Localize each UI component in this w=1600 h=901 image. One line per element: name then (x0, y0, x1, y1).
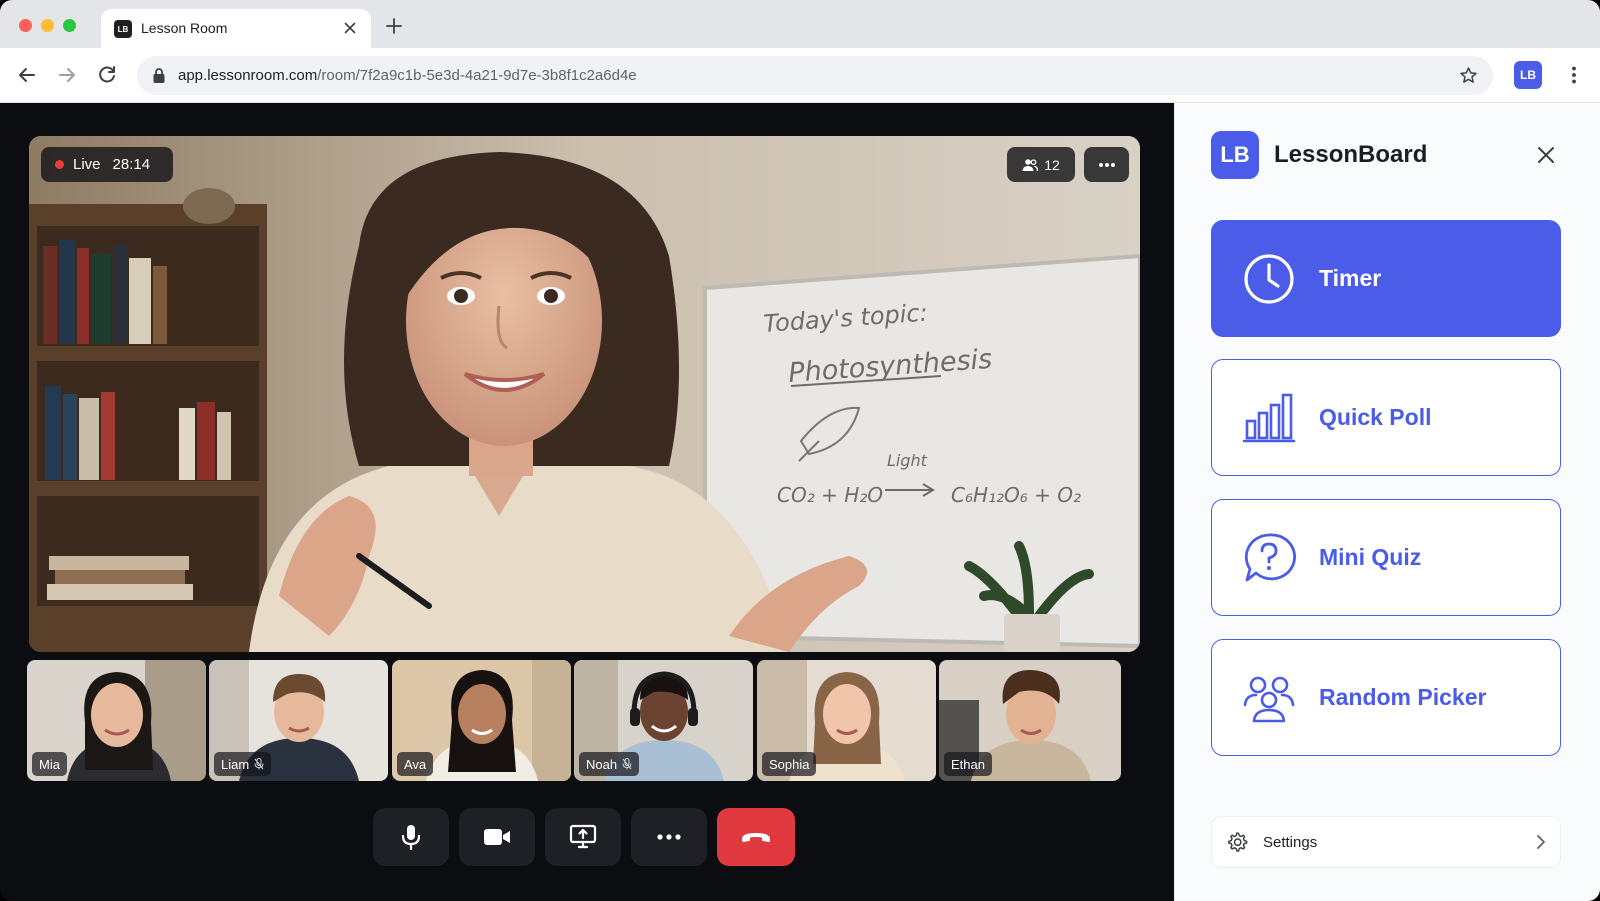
tool-label: Random Picker (1319, 684, 1487, 710)
url-path: /room/7f2a9c1b-5e3d-4a21-9d7e-3b8f1c2a6d… (317, 67, 637, 84)
live-indicator: Live 28:14 (41, 147, 173, 182)
microphone-button[interactable] (373, 808, 449, 866)
reload-icon[interactable] (95, 63, 119, 87)
tab-strip: LB Lesson Room (0, 0, 1600, 48)
back-icon[interactable] (15, 63, 39, 87)
participant-name-tag: Ethan (944, 752, 992, 776)
whiteboard-light-label: Light (887, 451, 928, 470)
tab-title: Lesson Room (141, 20, 228, 36)
tool-random-picker-button[interactable]: Random Picker (1211, 639, 1561, 756)
close-window-button[interactable] (19, 19, 32, 32)
participants-button[interactable]: 12 (1007, 147, 1075, 182)
panel-title: LessonBoard (1274, 141, 1428, 168)
url-text: app.lessonroom.com/room/7f2a9c1b-5e3d-4a… (178, 67, 637, 84)
lessonboard-panel: LB LessonBoard Timer Quick Poll Mini Qui… (1174, 103, 1600, 901)
more-options-button[interactable] (631, 808, 707, 866)
minimize-window-button[interactable] (41, 19, 54, 32)
participant-name: Noah (586, 756, 618, 772)
star-icon[interactable] (1458, 65, 1479, 86)
participant-name-tag: Ava (397, 752, 434, 776)
participant-tile-liam[interactable]: Liam (209, 660, 388, 781)
people-icon (1243, 676, 1295, 722)
participant-tile-noah[interactable]: Noah (574, 660, 753, 781)
participant-name-tag: Liam (214, 752, 272, 776)
chevron-right-icon (1537, 835, 1545, 849)
participant-name-tag: Mia (32, 752, 67, 776)
stage-more-button[interactable] (1084, 147, 1129, 182)
tool-label: Timer (1319, 265, 1382, 291)
end-call-button[interactable] (717, 808, 795, 866)
participant-count: 12 (1044, 156, 1060, 173)
clock-icon (1244, 253, 1294, 304)
tool-label: Mini Quiz (1319, 544, 1422, 570)
mic-muted-icon (622, 758, 632, 770)
kebab-icon[interactable] (1562, 63, 1586, 87)
forward-icon[interactable] (55, 63, 79, 87)
tool-timer-button[interactable]: Timer (1211, 220, 1561, 337)
main-speaker-video[interactable]: Today's topic: Photosynthesis Light CO₂ … (29, 136, 1140, 652)
screen-share-icon (569, 824, 597, 849)
speaker-video-frame: Today's topic: Photosynthesis Light CO₂ … (29, 136, 1140, 652)
participant-name: Ava (404, 756, 427, 772)
profile-avatar[interactable]: LB (1514, 61, 1542, 89)
end-call-icon (742, 833, 770, 842)
camera-icon (484, 829, 510, 845)
microphone-icon (401, 825, 421, 851)
more-icon (657, 834, 681, 840)
bar-chart-icon (1242, 393, 1296, 442)
browser-toolbar: app.lessonroom.com/room/7f2a9c1b-5e3d-4a… (0, 48, 1600, 103)
lessonboard-logo: LB (1211, 131, 1259, 179)
plus-icon[interactable] (384, 16, 404, 36)
close-icon[interactable] (341, 19, 359, 37)
gear-icon (1228, 832, 1248, 852)
tab-lesson-room[interactable]: LB Lesson Room (101, 9, 371, 48)
more-icon (1098, 162, 1115, 167)
url-host: app.lessonroom.com (178, 67, 318, 84)
meeting-area: Today's topic: Photosynthesis Light CO₂ … (0, 103, 1174, 901)
bookshelf (29, 188, 267, 652)
close-icon[interactable] (1534, 143, 1558, 167)
settings-row[interactable]: Settings (1211, 816, 1561, 868)
people-icon (1022, 158, 1039, 171)
zoom-window-button[interactable] (63, 19, 76, 32)
participant-name-tag: Noah (579, 752, 640, 776)
browser-window: LB Lesson Room app.lessonroom.com/room/7… (0, 0, 1600, 901)
participant-name: Ethan (951, 756, 985, 772)
whiteboard-equation-left: CO₂ + H₂O (777, 483, 883, 507)
tool-quick-poll-button[interactable]: Quick Poll (1211, 359, 1561, 476)
whiteboard: Today's topic: Photosynthesis Light CO₂ … (703, 253, 1140, 649)
participant-name: Sophia (769, 756, 810, 772)
settings-label: Settings (1263, 833, 1318, 851)
tool-mini-quiz-button[interactable]: Mini Quiz (1211, 499, 1561, 616)
mic-muted-icon (254, 758, 264, 770)
address-bar[interactable]: app.lessonroom.com/room/7f2a9c1b-5e3d-4a… (137, 56, 1493, 95)
elapsed-time: 28:14 (112, 156, 151, 173)
screen-share-button[interactable] (545, 808, 621, 866)
participant-tile-ethan[interactable]: Ethan (939, 660, 1121, 781)
participant-tile-mia[interactable]: Mia (27, 660, 206, 781)
tab-favicon: LB (114, 20, 132, 38)
question-bubble-icon (1244, 532, 1296, 581)
live-label: Live (73, 156, 101, 173)
whiteboard-equation-right: C₆H₁₂O₆ + O₂ (951, 483, 1081, 507)
participant-name: Mia (39, 756, 60, 772)
lock-icon (153, 68, 165, 83)
participant-strip: Mia Liam Ava Noah Sophia Ethan (27, 660, 1143, 781)
participant-name-tag: Sophia (762, 752, 817, 776)
participant-name: Liam (221, 756, 250, 772)
camera-button[interactable] (459, 808, 535, 866)
tool-label: Quick Poll (1319, 404, 1432, 430)
call-controls (373, 808, 795, 866)
recording-dot (55, 160, 64, 169)
participant-tile-ava[interactable]: Ava (392, 660, 571, 781)
participant-tile-sophia[interactable]: Sophia (757, 660, 936, 781)
